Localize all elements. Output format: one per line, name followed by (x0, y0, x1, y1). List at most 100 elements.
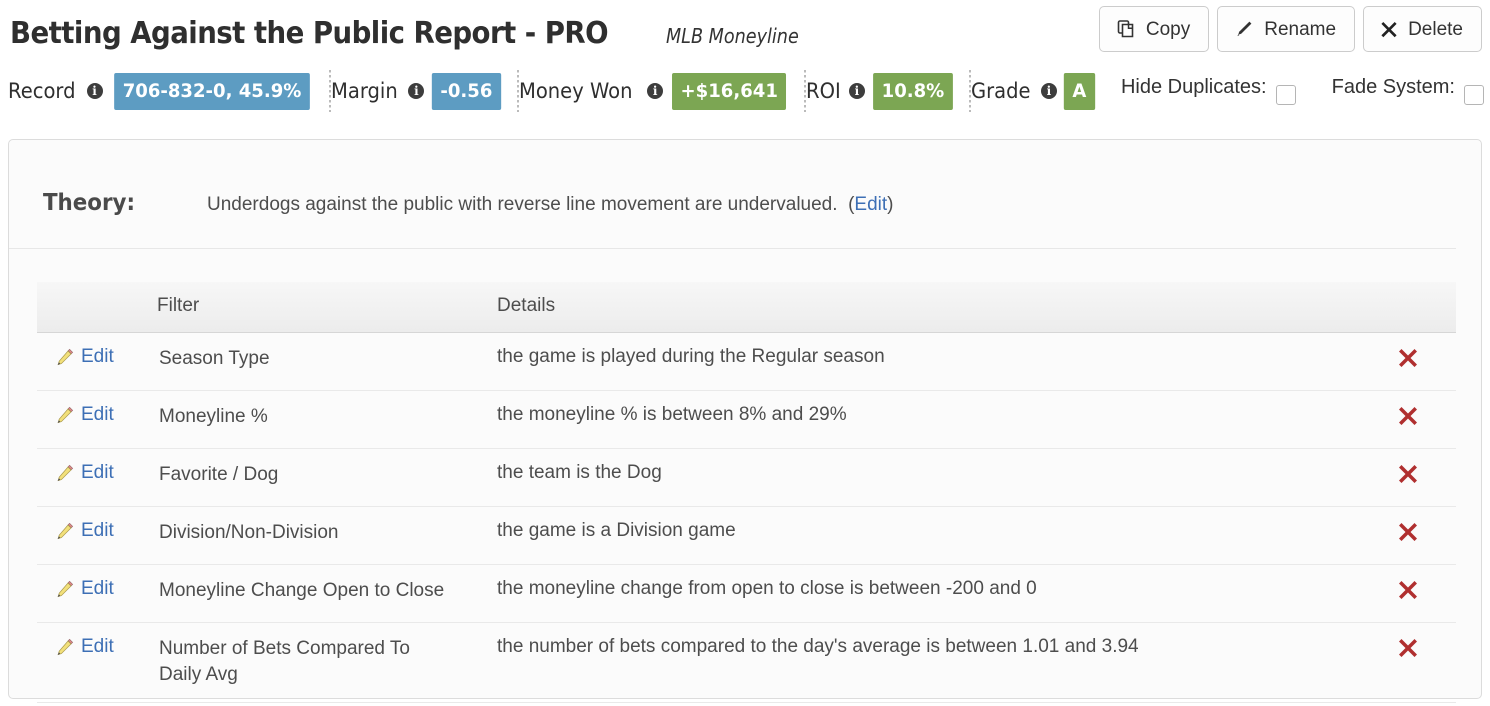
table-row: Edit Moneyline Change Open to Close the … (37, 564, 1456, 623)
filters-table-body: Edit Season Type the game is played duri… (37, 332, 1456, 704)
info-icon[interactable]: i (647, 83, 664, 99)
fade-system-toggle[interactable]: Fade System: (1331, 76, 1484, 105)
stat-record: Record i 706-832-0, 45.9% (8, 71, 329, 111)
stat-margin: Margin i -0.56 (331, 71, 518, 111)
toggle-group: Hide Duplicates: Fade System: (1120, 76, 1484, 105)
edit-filter-link[interactable]: Edit (55, 578, 114, 600)
row-edit-cell: Edit (37, 332, 157, 391)
fade-system-checkbox[interactable] (1464, 84, 1484, 105)
table-row: Edit Favorite / Dog the team is the Dog (37, 448, 1456, 507)
edit-filter-link[interactable]: Edit (55, 404, 114, 426)
theory-edit-link[interactable]: Edit (854, 194, 887, 215)
edit-link-label: Edit (81, 578, 114, 599)
delete-row-icon[interactable] (1396, 346, 1420, 370)
column-header-edit (37, 282, 157, 333)
delete-row-icon[interactable] (1396, 578, 1420, 602)
hide-duplicates-toggle[interactable]: Hide Duplicates: (1120, 76, 1296, 105)
fade-system-label: Fade System: (1331, 76, 1455, 98)
row-edit-cell: Edit (37, 564, 157, 623)
report-page: Betting Against the Public Report - PRO … (0, 0, 1490, 706)
edit-filter-link[interactable]: Edit (55, 520, 114, 542)
stat-roi: ROI i 10.8% (806, 71, 969, 111)
row-edit-cell: Edit (37, 448, 157, 507)
filters-table-wrap: Filter Details Edit Season Type the game… (9, 249, 1481, 704)
row-edit-cell: Edit (37, 506, 157, 565)
edit-link-label: Edit (81, 462, 114, 483)
stat-record-label: Record (8, 79, 76, 103)
stat-roi-label: ROI (805, 79, 841, 103)
copy-button[interactable]: Copy (1098, 6, 1210, 52)
pencil-icon (55, 521, 75, 541)
edit-filter-link[interactable]: Edit (55, 346, 114, 368)
delete-button-label: Delete (1408, 18, 1463, 40)
delete-row-icon[interactable] (1396, 636, 1420, 660)
row-filter-name: Favorite / Dog (157, 448, 497, 507)
page-title: Betting Against the Public Report - PRO (10, 16, 609, 51)
theory-text: Underdogs against the public with revers… (207, 194, 838, 215)
filters-table: Filter Details Edit Season Type the game… (37, 282, 1456, 704)
delete-button[interactable]: Delete (1363, 6, 1482, 52)
page-subtitle: MLB Moneyline (665, 24, 799, 48)
table-row: Edit Division/Non-Division the game is a… (37, 506, 1456, 565)
title-block: Betting Against the Public Report - PRO … (10, 16, 817, 51)
info-icon[interactable]: i (86, 83, 103, 99)
row-delete-cell (1376, 390, 1456, 449)
copy-icon (1116, 19, 1136, 39)
stat-margin-label: Margin (330, 79, 398, 103)
theory-text-block: Underdogs against the public with revers… (207, 194, 894, 216)
delete-row-icon[interactable] (1396, 404, 1420, 428)
row-delete-cell (1376, 448, 1456, 507)
stats-row: Record i 706-832-0, 45.9% Margin i -0.56… (0, 66, 1490, 124)
row-delete-cell (1376, 622, 1456, 704)
report-panel: Theory: Underdogs against the public wit… (8, 139, 1482, 704)
pencil-icon (55, 637, 75, 657)
row-details: the game is played during the Regular se… (497, 332, 1376, 391)
edit-link-label: Edit (81, 404, 114, 425)
stat-record-value: 706-832-0, 45.9% (113, 72, 310, 110)
stat-grade-value: A (1063, 72, 1095, 110)
pencil-icon (1234, 19, 1254, 39)
edit-link-label: Edit (81, 636, 114, 657)
pencil-icon (55, 463, 75, 483)
row-details: the moneyline change from open to close … (497, 564, 1376, 623)
hide-duplicates-label: Hide Duplicates: (1120, 76, 1267, 98)
column-header-delete (1376, 282, 1456, 333)
table-row: Edit Moneyline % the moneyline % is betw… (37, 390, 1456, 449)
edit-filter-link[interactable]: Edit (55, 636, 114, 658)
stat-money-won: Money Won i +$16,641 (519, 71, 803, 111)
edit-filter-link[interactable]: Edit (55, 462, 114, 484)
row-details: the team is the Dog (497, 448, 1376, 507)
row-details: the number of bets compared to the day's… (497, 622, 1376, 704)
row-delete-cell (1376, 506, 1456, 565)
row-delete-cell (1376, 332, 1456, 391)
info-icon[interactable]: i (1040, 83, 1057, 99)
delete-row-icon[interactable] (1396, 462, 1420, 486)
table-row: Edit Number of Bets Compared To Daily Av… (37, 622, 1456, 704)
rename-button[interactable]: Rename (1217, 6, 1356, 52)
rename-button-label: Rename (1264, 18, 1337, 40)
theory-edit-paren-close: ) (887, 194, 894, 215)
header-actions: Copy Rename Delete (1098, 6, 1482, 52)
row-filter-name: Moneyline Change Open to Close (157, 564, 497, 623)
column-header-filter: Filter (157, 282, 497, 333)
stat-grade-label: Grade (970, 79, 1031, 103)
table-row: Edit Season Type the game is played duri… (37, 332, 1456, 391)
hide-duplicates-checkbox[interactable] (1275, 84, 1296, 105)
delete-row-icon[interactable] (1396, 520, 1420, 544)
row-filter-name: Moneyline % (157, 390, 497, 449)
row-edit-cell: Edit (37, 390, 157, 449)
stats-list: Record i 706-832-0, 45.9% Margin i -0.56… (8, 70, 1110, 112)
column-header-details: Details (497, 282, 1376, 333)
row-filter-name: Number of Bets Compared To Daily Avg (157, 622, 497, 704)
edit-link-label: Edit (81, 520, 114, 541)
stat-money-won-value: +$16,641 (672, 72, 787, 110)
stat-margin-value: -0.56 (432, 72, 502, 110)
info-icon[interactable]: i (408, 83, 425, 99)
pencil-icon (55, 579, 75, 599)
theory-label: Theory: (42, 190, 136, 216)
row-details: the game is a Division game (497, 506, 1376, 565)
pencil-icon (55, 347, 75, 367)
info-icon[interactable]: i (848, 83, 865, 99)
row-filter-name: Division/Non-Division (157, 506, 497, 565)
row-edit-cell: Edit (37, 622, 157, 704)
